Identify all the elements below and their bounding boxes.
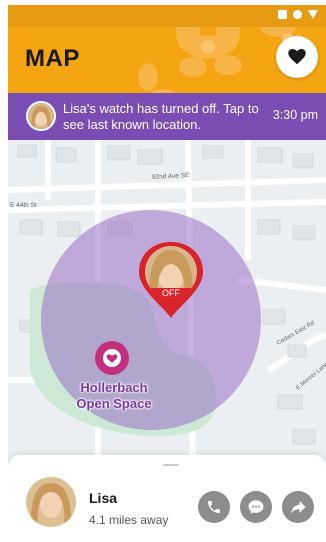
directions-icon bbox=[291, 501, 306, 514]
poi-heart-icon[interactable] bbox=[94, 340, 130, 376]
favorite-button[interactable] bbox=[276, 36, 318, 78]
notification-time: 3:30 pm bbox=[272, 108, 318, 122]
location-marker[interactable]: OFF bbox=[137, 240, 205, 320]
map-view[interactable]: 92nd Ave SE E 44th St Cedars East Rd E M… bbox=[8, 139, 326, 466]
message-icon bbox=[248, 500, 264, 514]
poi-name-line2: Open Space bbox=[76, 396, 152, 411]
app-screen: MAP Lisa's watch has turned off. Tap to … bbox=[8, 5, 326, 542]
watch-off-notification[interactable]: Lisa's watch has turned off. Tap to see … bbox=[8, 93, 326, 140]
directions-button[interactable] bbox=[282, 491, 314, 523]
phone-icon bbox=[208, 501, 220, 513]
avatar bbox=[26, 101, 56, 131]
avatar bbox=[26, 477, 76, 527]
app-header: MAP bbox=[8, 27, 326, 93]
person-distance: 4.1 miles away bbox=[89, 513, 169, 527]
status-bar bbox=[8, 5, 326, 27]
triangle-icon bbox=[308, 10, 318, 19]
square-icon bbox=[278, 10, 287, 19]
poi-label: Hollerbach Open Space bbox=[54, 380, 174, 412]
message-button[interactable] bbox=[240, 491, 272, 523]
call-button[interactable] bbox=[198, 491, 230, 523]
person-sheet[interactable]: Lisa 4.1 miles away bbox=[8, 455, 326, 542]
page-title: MAP bbox=[25, 45, 80, 72]
street-label-44th-st: E 44th St bbox=[10, 202, 37, 209]
marker-status-label: OFF bbox=[162, 288, 180, 298]
poi-name-line1: Hollerbach bbox=[80, 380, 148, 395]
circle-icon bbox=[293, 10, 302, 19]
sheet-drag-handle[interactable] bbox=[163, 464, 179, 466]
notification-message: Lisa's watch has turned off. Tap to see … bbox=[63, 101, 259, 132]
person-name: Lisa bbox=[89, 490, 118, 506]
heart-icon bbox=[288, 49, 306, 65]
